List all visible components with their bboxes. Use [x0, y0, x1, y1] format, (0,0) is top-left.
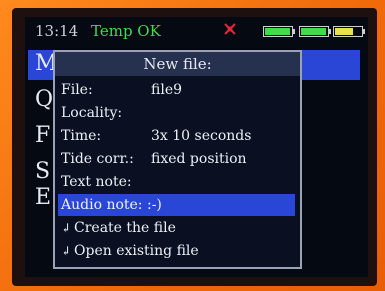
enter-icon: ↲	[61, 221, 72, 235]
field-label: Text note:	[61, 174, 132, 190]
field-value: 3x 10 seconds	[151, 128, 252, 144]
field-label: Audio note: :-)	[61, 197, 162, 213]
battery-2-icon	[299, 26, 331, 37]
clock: 13:14	[35, 22, 79, 40]
create-file-action[interactable]: ↲ Create the file	[61, 217, 294, 239]
field-audio-note[interactable]: Audio note: :-)	[58, 194, 295, 216]
device-screen: 13:14 Temp OK M Q F S E New file: File: …	[25, 17, 368, 277]
enter-icon: ↲	[61, 244, 72, 258]
field-text-note[interactable]: Text note:	[61, 171, 294, 193]
field-value: fixed position	[151, 151, 247, 167]
open-existing-file-action[interactable]: ↲ Open existing file	[61, 240, 294, 262]
temp-status: Temp OK	[91, 22, 161, 40]
field-time[interactable]: Time: 3x 10 seconds	[61, 125, 294, 147]
action-label: ↲ Create the file	[61, 217, 176, 239]
dialog-title: New file:	[55, 52, 300, 76]
field-label: File:	[61, 82, 93, 98]
field-label: Time:	[61, 128, 102, 144]
status-bar: 13:14 Temp OK	[25, 17, 368, 43]
field-tide-correction[interactable]: Tide corr.: fixed position	[61, 148, 294, 170]
background-menu-item-3[interactable]: F	[35, 123, 55, 148]
field-value: file9	[151, 82, 183, 98]
background-menu-item-4[interactable]: S	[35, 159, 55, 184]
battery-3-icon	[333, 26, 365, 37]
background-menu-item-1[interactable]: M	[35, 51, 58, 76]
background-menu-item-2[interactable]: Q	[35, 87, 55, 112]
background-menu-item-5[interactable]: E	[35, 185, 55, 210]
battery-1-icon	[263, 26, 295, 37]
satellite-off-icon	[224, 23, 236, 35]
field-file[interactable]: File: file9	[61, 79, 294, 101]
action-label: ↲ Open existing file	[61, 240, 199, 262]
field-label: Locality:	[61, 105, 123, 121]
field-locality[interactable]: Locality:	[61, 102, 294, 124]
new-file-dialog: New file: File: file9 Locality: Time: 3x…	[53, 50, 302, 269]
field-label: Tide corr.:	[61, 151, 134, 167]
